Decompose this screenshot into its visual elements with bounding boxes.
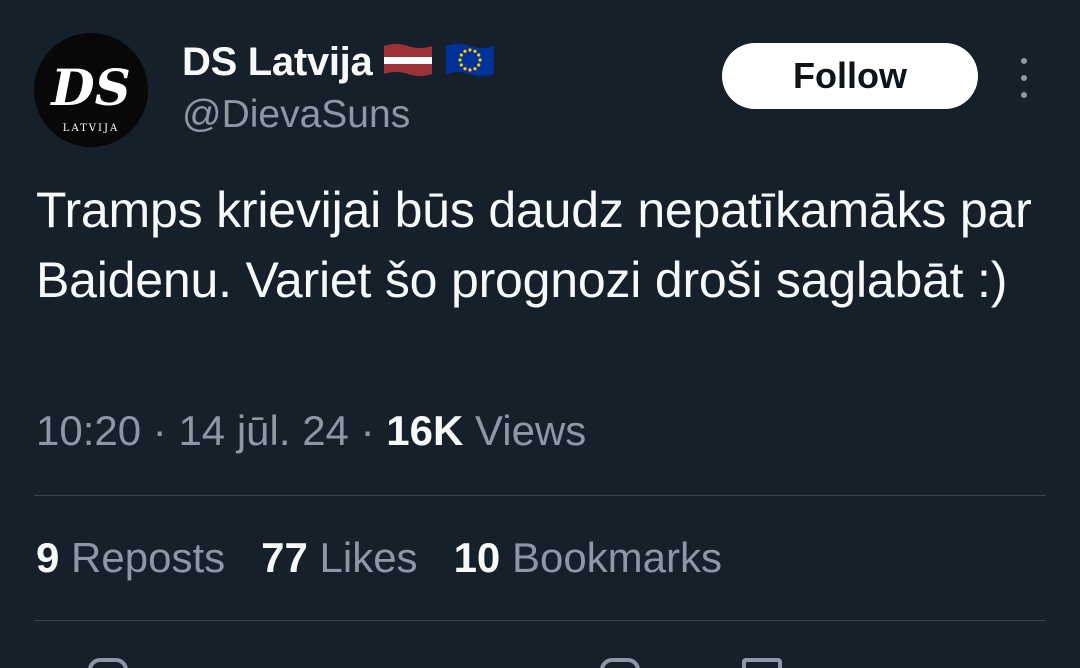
more-dot <box>1021 58 1027 64</box>
display-name[interactable]: DS Latvija <box>182 40 373 85</box>
reply-icon[interactable] <box>88 658 128 668</box>
bookmarks-label: Bookmarks <box>511 534 723 581</box>
divider <box>34 620 1046 621</box>
reposts-count: 9 <box>36 534 60 581</box>
divider <box>34 495 1046 496</box>
views-label: Views <box>475 407 587 454</box>
author-name-row[interactable]: DS Latvija <box>182 36 496 88</box>
tweet-date[interactable]: 14 jūl. 24 <box>178 407 348 454</box>
likes-stat[interactable]: 77 Likes <box>261 534 417 582</box>
meta-separator: · <box>360 407 375 454</box>
follow-button[interactable]: Follow <box>722 43 978 109</box>
tweet-time[interactable]: 10:20 <box>36 407 141 454</box>
author-handle[interactable]: @DievaSuns <box>182 93 410 137</box>
likes-count: 77 <box>261 534 308 581</box>
avatar-subtext: LATVIJA <box>63 123 119 134</box>
tweet-text: Tramps krievijai būs daudz nepatīkamāks … <box>36 182 1032 308</box>
eu-flag-icon <box>444 40 496 85</box>
avatar[interactable]: DS LATVIJA <box>34 33 148 147</box>
avatar-monogram: DS <box>49 58 130 117</box>
ds-latvija-logo: DS LATVIJA <box>34 33 148 147</box>
like-icon[interactable] <box>600 658 640 668</box>
tweet-meta: 10:20 · 14 jūl. 24 · 16K Views <box>36 407 586 455</box>
latvia-flag-icon <box>382 40 434 85</box>
views-count: 16K <box>386 407 464 454</box>
action-bar <box>0 650 1080 668</box>
engagement-stats: 9 Reposts 77 Likes 10 Bookmarks <box>36 534 722 582</box>
meta-separator: · <box>152 407 167 454</box>
bookmarks-count: 10 <box>453 534 501 581</box>
reposts-label: Reposts <box>71 534 226 581</box>
likes-label: Likes <box>319 534 418 581</box>
more-dot <box>1021 92 1027 98</box>
bookmark-icon[interactable] <box>742 658 782 668</box>
more-dot <box>1021 75 1027 81</box>
reposts-stat[interactable]: 9 Reposts <box>36 534 225 582</box>
bookmarks-stat[interactable]: 10 Bookmarks <box>454 534 722 582</box>
more-options-icon[interactable] <box>1008 58 1040 98</box>
